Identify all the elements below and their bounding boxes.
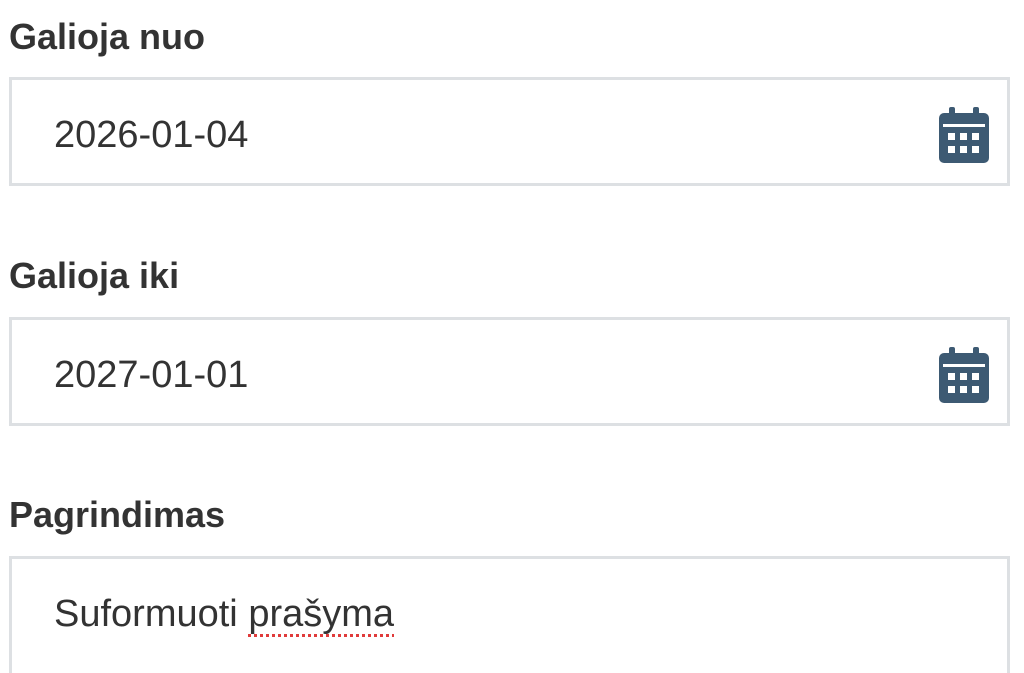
reason-value-text: Suformuoti (54, 593, 249, 635)
reason-textarea[interactable]: Suformuoti prašyma (9, 556, 1010, 673)
reason-label: Pagrindimas (9, 494, 226, 535)
reason-misspelled-word: prašyma (248, 593, 395, 635)
valid-to-input[interactable]: 2027-01-01 (9, 317, 1010, 426)
valid-from-calendar-icon[interactable] (939, 107, 989, 163)
valid-to-calendar-icon[interactable] (939, 347, 989, 403)
calendar-icon (939, 107, 989, 163)
calendar-icon (939, 347, 989, 403)
valid-from-value: 2026-01-04 (54, 114, 249, 156)
valid-from-input[interactable]: 2026-01-04 (9, 77, 1010, 186)
valid-from-label: Galioja nuo (9, 16, 206, 57)
reason-value: Suformuoti prašyma (54, 595, 394, 633)
valid-to-value: 2027-01-01 (54, 354, 249, 396)
valid-to-label: Galioja iki (9, 255, 180, 296)
